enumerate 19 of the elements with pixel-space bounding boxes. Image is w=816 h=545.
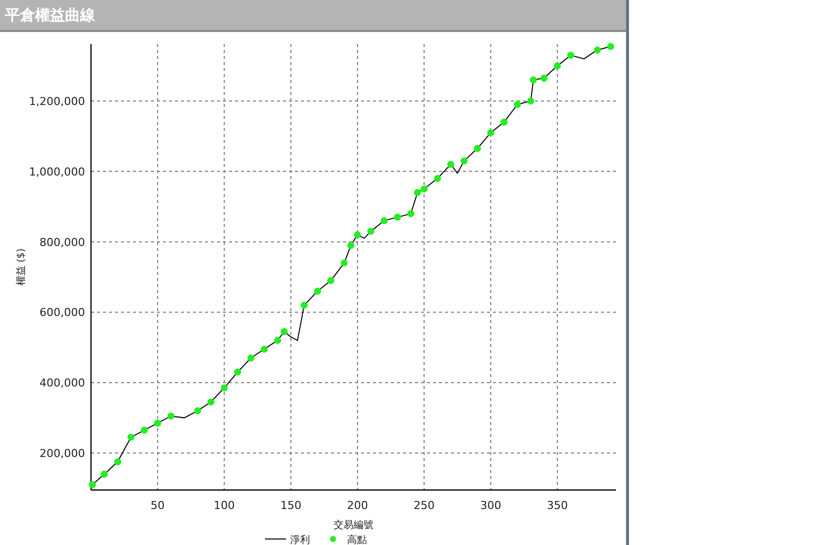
y-tick-label: 1,200,000	[29, 95, 85, 108]
y-tick-label: 1,000,000	[29, 165, 85, 178]
legend-label: 淨利	[290, 535, 310, 545]
y-tick-label: 200,000	[40, 447, 85, 460]
x-tick-label: 50	[150, 499, 165, 512]
x-axis-title: 交易編號	[334, 520, 374, 531]
x-tick-label: 350	[546, 499, 568, 512]
legend-label: 高點	[347, 535, 367, 545]
y-tick-label: 800,000	[40, 236, 85, 249]
x-tick-label: 250	[414, 499, 435, 512]
x-tick-label: 150	[280, 499, 302, 512]
x-tick-label: 300	[480, 499, 502, 512]
legend-line-icon	[264, 538, 286, 540]
y-tick-label: 600,000	[40, 306, 85, 320]
x-tick-label: 200	[347, 499, 368, 512]
y-axis-title: 權益 ($)	[16, 248, 27, 286]
x-tick-label: 100	[214, 499, 235, 512]
y-tick-label: 400,000	[40, 376, 85, 390]
panel-title: 平倉權益曲線	[5, 6, 95, 24]
